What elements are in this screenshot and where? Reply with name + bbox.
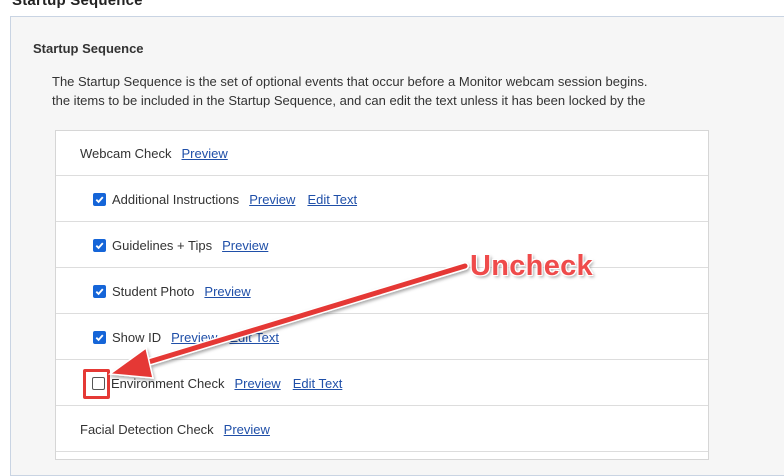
preview-link[interactable]: Preview (204, 284, 250, 299)
section-description: The Startup Sequence is the set of optio… (52, 72, 784, 110)
row-label: Show ID (112, 329, 162, 345)
preview-link[interactable]: Preview (222, 238, 268, 253)
preview-link[interactable]: Preview (171, 330, 217, 345)
checkmark-icon (95, 196, 104, 203)
checkmark-icon (95, 334, 104, 341)
preview-link[interactable]: Preview (182, 146, 228, 161)
annotation-callout: Uncheck (470, 250, 593, 282)
row-webcam-check: Webcam Check Preview (56, 131, 708, 176)
row-guidelines-tips: Guidelines + Tips Preview (56, 223, 708, 268)
description-line-1: The Startup Sequence is the set of optio… (52, 74, 648, 89)
checkmark-icon (95, 288, 104, 295)
row-additional-instructions: Additional Instructions Preview Edit Tex… (56, 177, 708, 222)
row-label: Guidelines + Tips (112, 237, 213, 253)
checkmark-icon (95, 242, 104, 249)
preview-link[interactable]: Preview (234, 376, 280, 391)
section-title: Startup Sequence (33, 41, 144, 56)
edit-text-link[interactable]: Edit Text (307, 192, 357, 207)
checkbox-checked[interactable] (93, 192, 106, 206)
row-label: Facial Detection Check (80, 421, 214, 437)
row-student-photo: Student Photo Preview (56, 269, 708, 314)
row-environment-check: Environment Check Preview Edit Text (56, 361, 708, 406)
edit-text-link[interactable]: Edit Text (229, 330, 279, 345)
checkbox-checked[interactable] (93, 238, 106, 252)
row-label: Student Photo (112, 283, 195, 299)
row-label: Additional Instructions (112, 191, 240, 207)
checkbox-checked[interactable] (93, 330, 106, 344)
startup-items-table: Webcam Check Preview Additional Instruct… (55, 130, 709, 460)
description-line-2: the items to be included in the Startup … (52, 93, 646, 108)
annotation-highlight-box (83, 369, 110, 399)
row-facial-detection-check: Facial Detection Check Preview (56, 407, 708, 452)
row-label: Webcam Check (80, 145, 172, 161)
page-header-fragment: Startup Sequence (12, 0, 143, 9)
edit-text-link[interactable]: Edit Text (293, 376, 343, 391)
checkbox-checked[interactable] (93, 284, 106, 298)
preview-link[interactable]: Preview (224, 422, 270, 437)
row-label: Environment Check (111, 375, 225, 391)
preview-link[interactable]: Preview (249, 192, 295, 207)
row-show-id: Show ID Preview Edit Text (56, 315, 708, 360)
